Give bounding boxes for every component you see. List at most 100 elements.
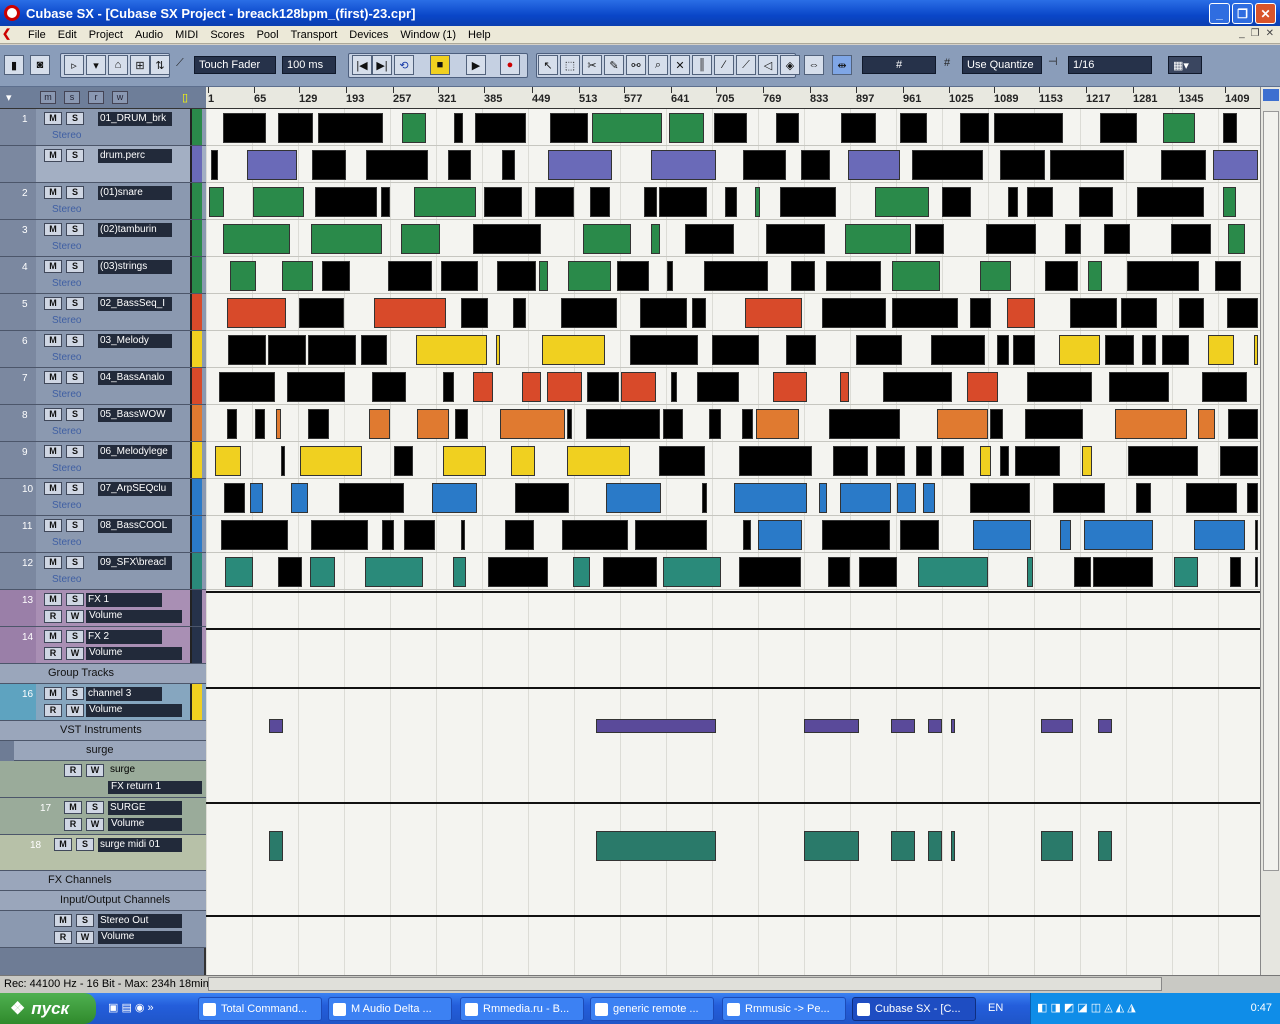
zoom-tracks-icon[interactable] bbox=[1263, 89, 1279, 101]
play-button[interactable]: ▶ bbox=[466, 55, 486, 75]
audio-event[interactable] bbox=[473, 224, 542, 254]
midi-part[interactable] bbox=[269, 831, 283, 861]
audio-event[interactable] bbox=[1194, 520, 1246, 550]
quicklaunch-icon[interactable]: ▣ ▤ ◉ » bbox=[108, 1001, 154, 1014]
audio-event[interactable] bbox=[744, 298, 802, 328]
audio-event[interactable] bbox=[940, 446, 965, 476]
audio-event[interactable] bbox=[1006, 298, 1036, 328]
audio-event[interactable] bbox=[1025, 409, 1083, 439]
audio-event[interactable] bbox=[755, 187, 760, 217]
audio-event[interactable] bbox=[522, 372, 541, 402]
read-all-button[interactable]: r bbox=[88, 91, 104, 104]
solo-button[interactable]: S bbox=[86, 801, 104, 814]
forward-button[interactable]: ▶| bbox=[372, 55, 392, 75]
automation-param[interactable]: Volume bbox=[108, 818, 182, 831]
audio-event[interactable] bbox=[394, 446, 414, 476]
audio-event[interactable] bbox=[916, 446, 933, 476]
audio-event[interactable] bbox=[308, 335, 356, 365]
audio-event[interactable] bbox=[448, 150, 471, 180]
audio-event[interactable] bbox=[277, 113, 313, 143]
audio-event[interactable] bbox=[829, 409, 900, 439]
audio-event[interactable] bbox=[702, 483, 707, 513]
audio-event[interactable] bbox=[1104, 224, 1131, 254]
audio-event[interactable] bbox=[1228, 224, 1246, 254]
audio-event[interactable] bbox=[603, 557, 657, 587]
menu-edit[interactable]: Edit bbox=[52, 29, 83, 41]
solo-button[interactable]: S bbox=[66, 371, 84, 384]
menu-window[interactable]: Window (1) bbox=[394, 29, 462, 41]
midi-part[interactable] bbox=[891, 719, 915, 733]
audio-event[interactable] bbox=[847, 150, 900, 180]
audio-event[interactable] bbox=[226, 409, 238, 439]
audio-event[interactable] bbox=[1053, 483, 1105, 513]
audio-event[interactable] bbox=[567, 446, 630, 476]
midi-part[interactable] bbox=[928, 719, 942, 733]
audio-event[interactable] bbox=[210, 150, 219, 180]
menu-audio[interactable]: Audio bbox=[129, 29, 169, 41]
audio-event[interactable] bbox=[779, 187, 836, 217]
close-button[interactable]: ✕ bbox=[1255, 3, 1276, 24]
audio-event[interactable] bbox=[226, 298, 286, 328]
snap-mode-select[interactable]: Use Quantize bbox=[962, 56, 1042, 74]
read-button[interactable]: R bbox=[44, 647, 62, 660]
read-button[interactable]: R bbox=[44, 610, 62, 623]
midi-part[interactable] bbox=[804, 719, 859, 733]
audio-event[interactable] bbox=[365, 150, 429, 180]
range-tool-icon[interactable]: ⬚ bbox=[560, 55, 580, 75]
mute-button[interactable]: M bbox=[44, 630, 62, 643]
fx-return-label[interactable]: FX return 1 bbox=[108, 781, 202, 794]
audio-event[interactable] bbox=[800, 150, 830, 180]
audio-event[interactable] bbox=[286, 372, 346, 402]
track-handle[interactable] bbox=[0, 220, 36, 256]
audio-event[interactable] bbox=[1013, 335, 1036, 365]
audio-event[interactable] bbox=[539, 261, 548, 291]
mute-button[interactable]: M bbox=[44, 482, 62, 495]
audio-event[interactable] bbox=[1069, 298, 1117, 328]
menu-pool[interactable]: Pool bbox=[251, 29, 285, 41]
write-all-button[interactable]: w bbox=[112, 91, 128, 104]
audio-event[interactable] bbox=[839, 372, 850, 402]
track-row[interactable]: 3 M S (02)tamburin Stereo bbox=[0, 220, 206, 257]
surge-folder[interactable]: surge bbox=[14, 741, 206, 761]
mute-button[interactable]: M bbox=[44, 223, 62, 236]
arrow-tool-icon[interactable]: ↖ bbox=[538, 55, 558, 75]
line-tool-icon[interactable]: ⟋ bbox=[736, 55, 756, 75]
solo-button[interactable]: S bbox=[76, 914, 94, 927]
solo-button[interactable]: S bbox=[66, 112, 84, 125]
audio-event[interactable] bbox=[840, 113, 877, 143]
midi-part[interactable] bbox=[951, 831, 955, 861]
menu-transport[interactable]: Transport bbox=[285, 29, 344, 41]
mute-button[interactable]: M bbox=[44, 186, 62, 199]
taskbar-item-total-commander[interactable]: Total Command... bbox=[198, 997, 322, 1021]
track-row[interactable]: 8 M S 05_BassWOW Stereo bbox=[0, 405, 206, 442]
audio-event[interactable] bbox=[899, 113, 928, 143]
audio-event[interactable] bbox=[1173, 557, 1198, 587]
audio-event[interactable] bbox=[986, 224, 1037, 254]
info-line-icon[interactable]: ◙ bbox=[30, 55, 50, 75]
audio-event[interactable] bbox=[322, 261, 351, 291]
audio-event[interactable] bbox=[825, 261, 882, 291]
audio-event[interactable] bbox=[1093, 557, 1153, 587]
track-row[interactable]: 5 M S 02_BassSeq_I Stereo bbox=[0, 294, 206, 331]
audio-event[interactable] bbox=[415, 335, 487, 365]
audio-event[interactable] bbox=[307, 409, 329, 439]
solo-all-button[interactable]: s bbox=[64, 91, 80, 104]
mute-button[interactable]: M bbox=[44, 556, 62, 569]
scroll-thumb[interactable] bbox=[1263, 111, 1279, 871]
audio-event[interactable] bbox=[550, 113, 589, 143]
audio-event[interactable] bbox=[1254, 335, 1258, 365]
time-warp-icon[interactable]: ║ bbox=[692, 55, 712, 75]
track-name[interactable]: 05_BassWOW bbox=[98, 408, 172, 422]
audio-event[interactable] bbox=[247, 150, 297, 180]
audio-event[interactable] bbox=[1050, 150, 1124, 180]
audio-event[interactable] bbox=[1214, 261, 1242, 291]
audio-event[interactable] bbox=[766, 224, 826, 254]
track-row[interactable]: 11 M S 08_BassCOOL Stereo bbox=[0, 516, 206, 553]
audio-event[interactable] bbox=[1223, 113, 1237, 143]
audio-event[interactable] bbox=[756, 409, 800, 439]
audio-event[interactable] bbox=[966, 372, 998, 402]
audio-event[interactable] bbox=[891, 298, 958, 328]
automation-param[interactable]: Volume bbox=[86, 704, 182, 717]
audio-event[interactable] bbox=[775, 113, 800, 143]
audio-event[interactable] bbox=[365, 557, 424, 587]
